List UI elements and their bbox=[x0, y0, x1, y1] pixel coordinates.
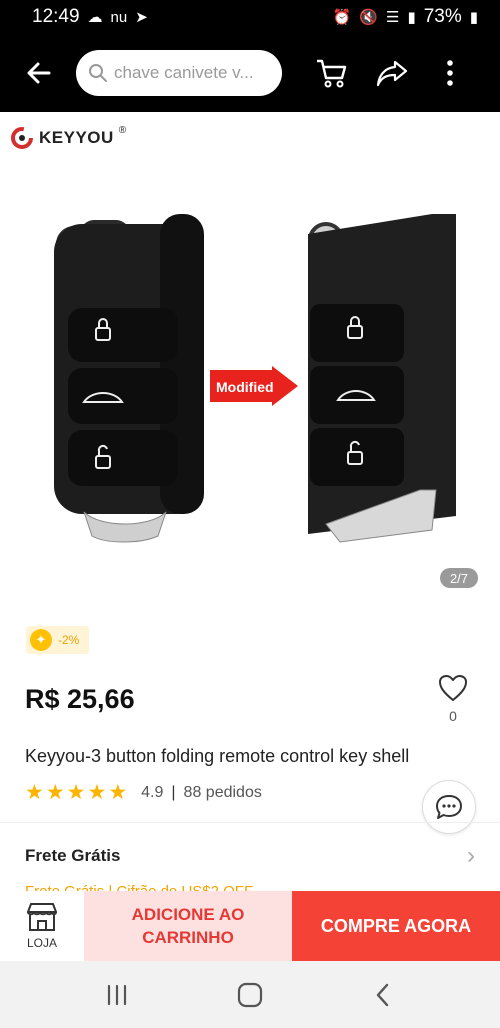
telegram-icon: ➤ bbox=[135, 9, 148, 26]
mute-icon: 🔇 bbox=[359, 9, 378, 26]
store-icon bbox=[27, 903, 57, 931]
discount-badge: ✦ -2% bbox=[26, 626, 90, 654]
chat-button[interactable] bbox=[422, 780, 476, 834]
more-vertical-icon bbox=[447, 60, 453, 86]
modified-arrow: Modified bbox=[210, 366, 298, 406]
back-chevron-icon bbox=[377, 983, 389, 1006]
cart-button[interactable] bbox=[308, 49, 356, 97]
recent-apps-icon bbox=[107, 984, 126, 1005]
modified-label: Modified bbox=[216, 379, 274, 395]
orders-count: 88 pedidos bbox=[183, 783, 262, 801]
rating-row[interactable]: ★ ★ ★ ★ ★ 4.9 | 88 pedidos bbox=[25, 782, 262, 803]
status-right: ⏰ 🔇 ☰ ▮ 73% ▮ bbox=[333, 6, 478, 28]
shipping-label: Frete Grátis bbox=[25, 846, 121, 865]
original-key-shell bbox=[54, 214, 204, 543]
keyyou-logo-icon bbox=[11, 127, 33, 149]
brand-registered-mark: ® bbox=[118, 124, 127, 136]
rating-separator: | bbox=[171, 783, 176, 801]
brand-logo: KEYYOU ® bbox=[10, 124, 127, 150]
battery-icon: ▮ bbox=[469, 9, 478, 26]
wishlist-button[interactable]: 0 bbox=[432, 674, 474, 724]
share-button[interactable] bbox=[368, 49, 416, 97]
add-to-cart-line2: CARRINHO bbox=[142, 928, 234, 947]
more-options-button[interactable] bbox=[426, 49, 474, 97]
add-to-cart-label: ADICIONE AO CARRINHO bbox=[132, 903, 245, 949]
search-input[interactable]: chave canivete v... bbox=[76, 50, 282, 96]
star-icon: ★ bbox=[25, 781, 44, 804]
action-bar: LOJA ADICIONE AO CARRINHO COMPRE AGORA bbox=[0, 891, 500, 961]
star-icon: ★ bbox=[45, 781, 65, 804]
chat-bubble-icon bbox=[436, 795, 462, 819]
wifi-icon: ☰ bbox=[385, 9, 400, 26]
wishlist-count: 0 bbox=[449, 708, 457, 724]
section-divider bbox=[0, 822, 500, 823]
discount-text: -2% bbox=[58, 633, 80, 647]
clock: 12:49 bbox=[32, 6, 80, 27]
add-to-cart-button[interactable]: ADICIONE AO CARRINHO bbox=[84, 891, 292, 961]
store-label: LOJA bbox=[26, 936, 57, 950]
notification-icon: ☁ bbox=[87, 9, 103, 26]
system-nav-bar bbox=[0, 961, 500, 1028]
star-icon: ★ bbox=[66, 781, 86, 804]
search-icon bbox=[89, 64, 107, 82]
status-bar: 12:49 ☁ nu ➤ ⏰ 🔇 ☰ ▮ 73% ▮ bbox=[0, 0, 500, 34]
signal-icon: ▮ bbox=[407, 9, 416, 26]
home-button[interactable] bbox=[220, 970, 280, 1020]
product-price: R$ 25,66 bbox=[25, 684, 135, 714]
store-button[interactable]: LOJA bbox=[0, 891, 84, 961]
share-icon bbox=[376, 60, 408, 87]
star-icon: ★ bbox=[108, 781, 128, 804]
modified-key-shell bbox=[308, 214, 456, 543]
heart-icon bbox=[439, 675, 467, 701]
recent-apps-button[interactable] bbox=[87, 970, 147, 1020]
product-title: Keyyou-3 button folding remote control k… bbox=[25, 746, 410, 766]
star-icon: ★ bbox=[87, 781, 107, 804]
add-to-cart-line1: ADICIONE AO bbox=[131, 905, 245, 924]
back-button[interactable] bbox=[16, 50, 62, 96]
alarm-icon: ⏰ bbox=[332, 9, 352, 26]
top-bar: chave canivete v... bbox=[0, 34, 500, 112]
status-left: 12:49 ☁ nu ➤ bbox=[32, 6, 148, 28]
cart-icon bbox=[317, 59, 347, 88]
home-icon bbox=[237, 982, 263, 1007]
battery-level: 73% bbox=[423, 6, 462, 27]
nu-icon: nu bbox=[110, 8, 128, 26]
rating-value: 4.9 bbox=[141, 783, 164, 801]
sparkle-icon: ✦ bbox=[30, 629, 52, 651]
brand-name: KEYYOU bbox=[39, 128, 114, 147]
back-nav-button[interactable] bbox=[353, 970, 413, 1020]
buy-now-button[interactable]: COMPRE AGORA bbox=[292, 891, 500, 961]
image-counter: 2/7 bbox=[440, 568, 478, 588]
search-placeholder: chave canivete v... bbox=[114, 63, 254, 82]
shipping-row[interactable]: Frete Grátis › bbox=[25, 844, 475, 868]
chevron-right-icon: › bbox=[467, 842, 475, 869]
back-arrow-icon bbox=[27, 62, 51, 84]
